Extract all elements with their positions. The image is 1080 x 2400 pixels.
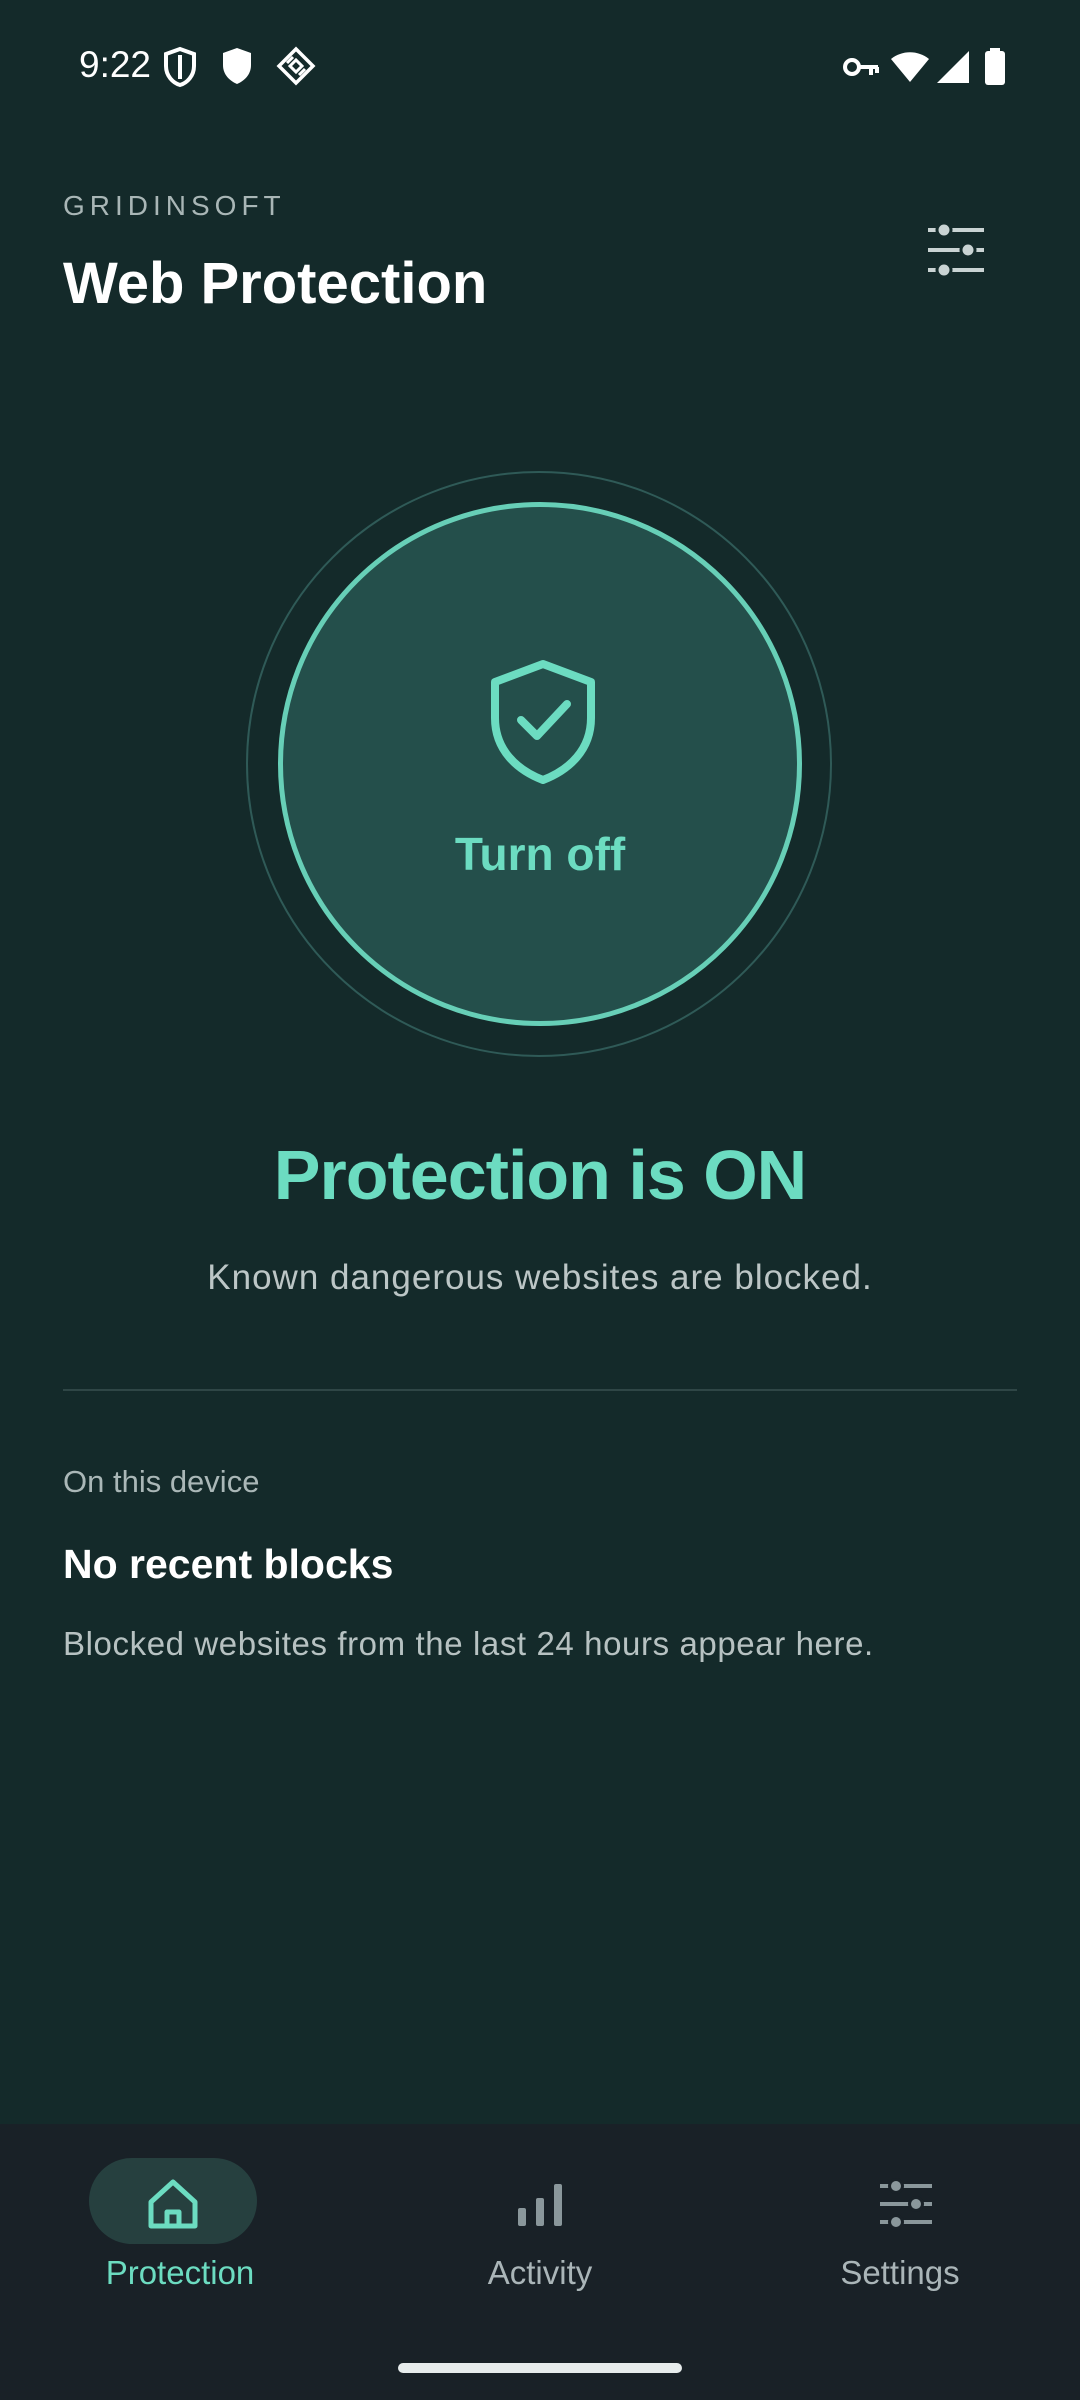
home-indicator[interactable] [398,2363,682,2373]
nav-item-settings[interactable]: Settings [720,2124,1080,2324]
home-icon [148,2179,198,2229]
nav-label-activity: Activity [487,2254,593,2291]
toggle-label: Turn off [454,828,626,880]
battery-icon [985,48,1005,85]
section-label: On this device [63,1464,260,1499]
diamond-grid-icon [276,46,316,86]
brand-name: GRIDINSOFT [63,190,286,221]
signal-icon [937,51,969,83]
protection-status-description: Known dangerous websites are blocked. [207,1258,873,1297]
empty-state-title: No recent blocks [63,1541,394,1587]
protection-status-title: Protection is ON [273,1136,807,1214]
bar-chart-icon [518,2184,562,2226]
filter-button[interactable] [912,212,1000,292]
nav-label-protection: Protection [105,2254,255,2291]
nav-item-protection[interactable]: Protection [0,2124,360,2324]
sliders-icon [880,2178,932,2230]
page-title: Web Protection [63,251,488,316]
nav-item-activity[interactable]: Activity [360,2124,720,2324]
shield-check-icon [491,660,595,784]
vpn-key-icon [843,58,879,76]
shield-icon [223,48,251,84]
bottom-navigation: Protection Activity Settings [0,2124,1080,2400]
status-time: 9:22 [79,44,152,85]
status-bar: 9:22 [0,0,1080,136]
sliders-icon [928,221,984,279]
shield-outline-icon [164,46,196,88]
protection-toggle-button[interactable]: Turn off [278,502,802,1026]
nav-label-settings: Settings [840,2254,960,2291]
section-divider [63,1389,1017,1391]
empty-state-description: Blocked websites from the last 24 hours … [63,1625,874,1662]
wifi-icon [891,52,929,82]
